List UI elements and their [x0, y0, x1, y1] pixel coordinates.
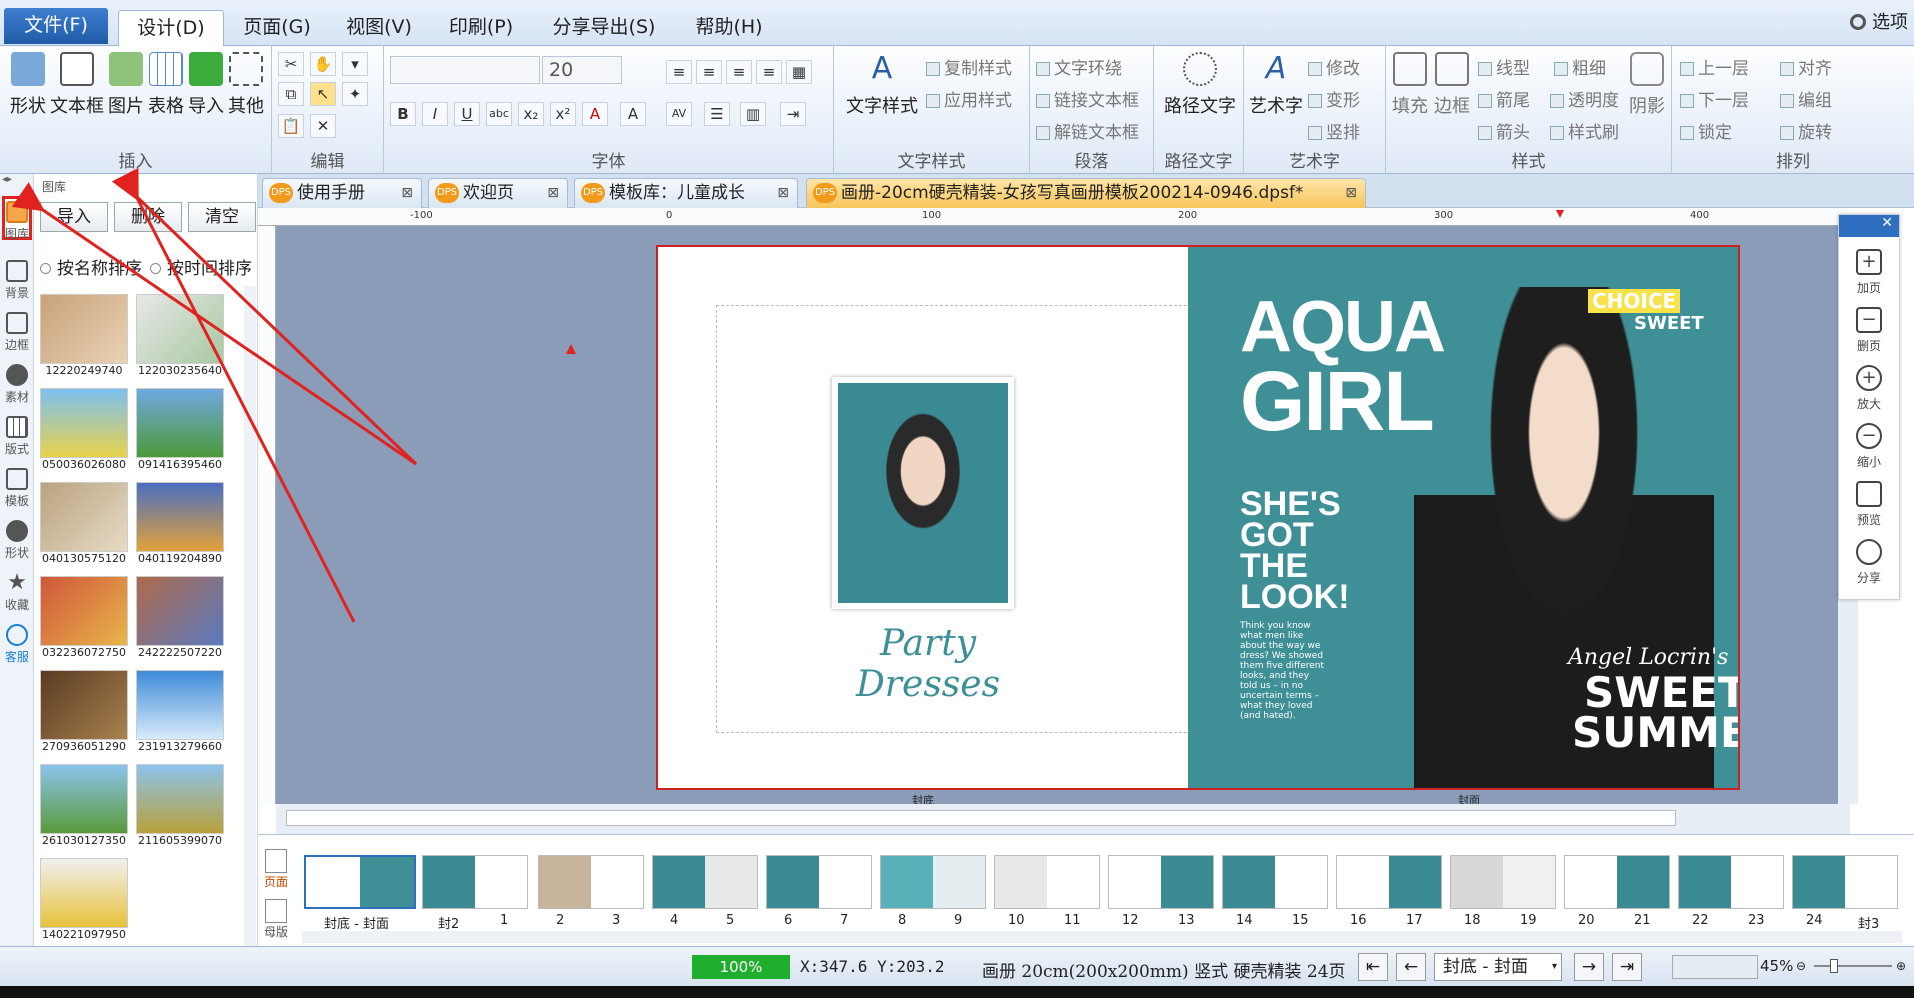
annotation-arrow [111, 167, 356, 623]
annotation-arrow [11, 182, 417, 466]
annotation-arrow [134, 194, 418, 466]
app-window: 文件(F) 设计(D) 页面(G) 视图(V) 印刷(P) 分享导出(S) 帮助… [0, 0, 1914, 998]
annotation-arrows [11, 167, 418, 623]
